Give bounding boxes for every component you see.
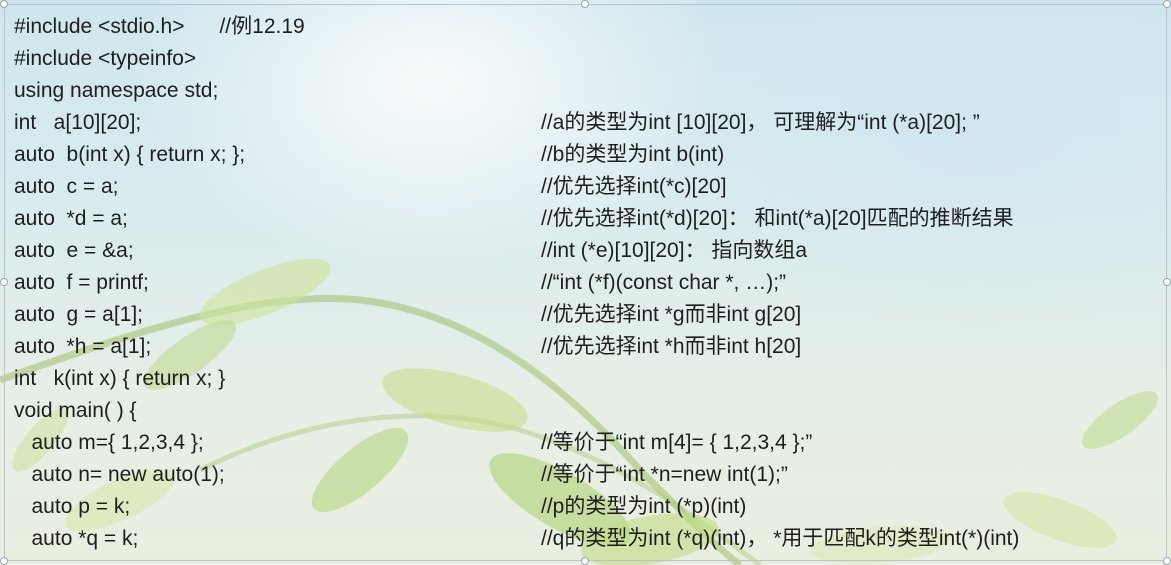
- resize-handle-bottom-right[interactable]: [1163, 557, 1171, 565]
- slide-canvas: #include <stdio.h> //例12.19 #include <ty…: [0, 0, 1171, 565]
- resize-handle-right[interactable]: [1163, 278, 1171, 286]
- resize-handle-bottom[interactable]: [581, 557, 589, 565]
- resize-handle-top[interactable]: [581, 0, 589, 8]
- resize-handle-top-right[interactable]: [1163, 0, 1171, 8]
- selection-frame[interactable]: [4, 4, 1167, 561]
- resize-handle-top-left[interactable]: [0, 0, 8, 8]
- resize-handle-left[interactable]: [0, 278, 8, 286]
- resize-handle-bottom-left[interactable]: [0, 557, 8, 565]
